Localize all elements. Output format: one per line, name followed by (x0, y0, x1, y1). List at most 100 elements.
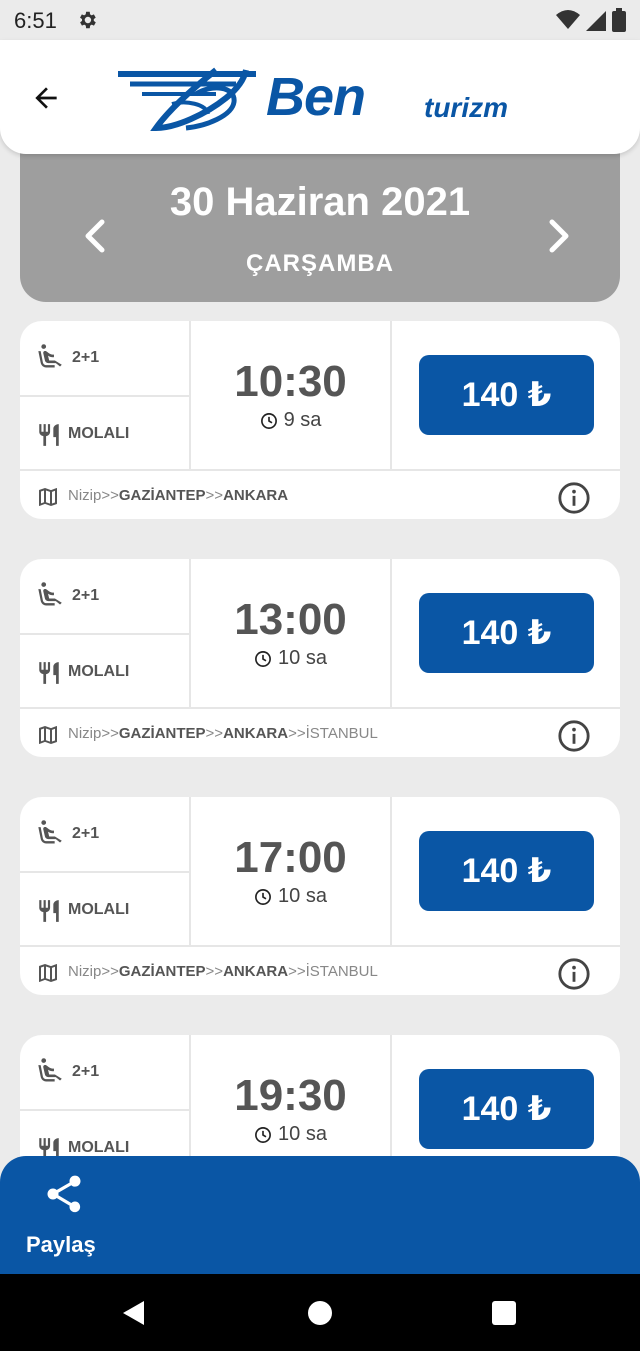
wifi-icon (556, 9, 580, 36)
trip-features: 2+1 MOLALI (20, 321, 191, 469)
seat-layout-row: 2+1 (20, 559, 191, 635)
next-day-button[interactable] (542, 214, 574, 258)
meal-row: MOLALI (20, 635, 191, 707)
gear-icon (76, 9, 98, 36)
meal-text: MOLALI (68, 1139, 130, 1156)
clock-icon (255, 888, 271, 905)
map-icon (36, 485, 60, 514)
fork-knife-icon (36, 659, 62, 692)
route-text: Nizip>>GAZİANTEP>>ANKARA (68, 487, 288, 504)
bottom-action-bar: Paylaş (0, 1156, 640, 1274)
map-icon (36, 961, 60, 990)
seat-icon (36, 1057, 64, 1090)
circle-home-icon (308, 1301, 332, 1325)
seat-icon (36, 819, 64, 852)
trip-card[interactable]: 2+1 MOLALI 10:30 9 sa 140 ₺ Nizip>>GAZİA… (20, 321, 620, 519)
price-button[interactable]: 140 ₺ (419, 593, 594, 673)
route-segment: >> (101, 725, 119, 742)
route-segment: GAZİANTEP (118, 963, 206, 980)
date-selector: 30 Haziran 2021 ÇARŞAMBA (20, 140, 620, 302)
seat-icon (36, 343, 64, 376)
route-segment: ANKARA (223, 487, 289, 504)
share-label: Paylaş (26, 1232, 96, 1257)
trip-features: 2+1 MOLALI (20, 797, 191, 945)
route-segment: >> (205, 725, 224, 742)
clock-icon (260, 412, 277, 429)
nav-back-button[interactable] (118, 1296, 152, 1330)
meal-text: MOLALI (68, 663, 130, 680)
chevron-right-icon (549, 219, 569, 253)
trip-card[interactable]: 2+1 MOLALI 13:00 10 sa 140 ₺ Nizip>>GAZİ… (20, 559, 620, 757)
meal-text: MOLALI (68, 901, 130, 918)
info-icon (558, 958, 590, 990)
duration-text: 10 sa (278, 647, 327, 669)
route-text: Nizip>>GAZİANTEP>>ANKARA>>İSTANBUL (68, 963, 378, 980)
info-button[interactable] (557, 957, 591, 991)
logo-emblem-icon (118, 67, 256, 132)
seat-layout-text: 2+1 (72, 349, 100, 366)
fork-knife-icon (36, 897, 62, 930)
trip-card[interactable]: 2+1 MOLALI 17:00 10 sa 140 ₺ Nizip>>GAZİ… (20, 797, 620, 995)
departure-info: 13:00 10 sa (191, 559, 392, 707)
nav-home-button[interactable] (303, 1296, 337, 1330)
arrow-left-icon (35, 87, 57, 109)
departure-time: 13:00 (234, 595, 347, 644)
route-segment: >> (205, 963, 224, 980)
route-row: Nizip>>GAZİANTEP>>ANKARA (20, 469, 620, 519)
route-segment: ANKARA (223, 725, 289, 742)
price-button[interactable]: 140 ₺ (419, 831, 594, 911)
meal-text: MOLALI (68, 425, 130, 442)
app-header: Ben turizm (0, 40, 640, 154)
selected-weekday: ÇARŞAMBA (246, 250, 394, 277)
route-segment: İSTANBUL (305, 963, 378, 980)
seat-layout-row: 2+1 (20, 321, 191, 397)
selected-date: 30 Haziran 2021 (169, 180, 471, 224)
duration-text: 10 sa (278, 885, 327, 907)
route-segment: Nizip (68, 725, 102, 742)
triangle-back-icon (123, 1301, 144, 1325)
price-button[interactable]: 140 ₺ (419, 355, 594, 435)
logo-suffix-text: turizm (424, 92, 508, 123)
route-segment: İSTANBUL (305, 725, 378, 742)
back-button[interactable] (26, 78, 66, 118)
meal-row: MOLALI (20, 873, 191, 945)
status-time: 6:51 (14, 8, 57, 33)
seat-layout-text: 2+1 (72, 587, 100, 604)
route-row: Nizip>>GAZİANTEP>>ANKARA>>İSTANBUL (20, 707, 620, 757)
route-segment: >> (205, 487, 224, 504)
clock-icon (255, 650, 271, 667)
route-segment: >> (288, 963, 306, 980)
signal-icon (586, 9, 606, 36)
price-button[interactable]: 140 ₺ (419, 1069, 594, 1149)
route-segment: >> (101, 963, 119, 980)
route-text: Nizip>>GAZİANTEP>>ANKARA>>İSTANBUL (68, 725, 378, 742)
seat-layout-text: 2+1 (72, 1063, 100, 1080)
clock-icon (255, 1126, 271, 1143)
departure-time: 17:00 (234, 833, 347, 882)
info-icon (558, 482, 590, 514)
duration-text: 10 sa (278, 1123, 327, 1145)
system-navigation-bar (0, 1274, 640, 1351)
trip-duration: 10 sa (191, 885, 390, 908)
logo-brand-text: Ben (266, 67, 366, 127)
duration-text: 9 sa (283, 409, 322, 431)
nav-recents-button[interactable] (487, 1296, 521, 1330)
route-segment: ANKARA (223, 963, 289, 980)
seat-icon (36, 581, 64, 614)
route-segment: GAZİANTEP (118, 725, 206, 742)
departure-info: 10:30 9 sa (191, 321, 392, 469)
info-icon (558, 720, 590, 752)
trip-features: 2+1 MOLALI (20, 559, 191, 707)
share-button[interactable]: Paylaş (26, 1172, 106, 1257)
info-button[interactable] (557, 719, 591, 753)
route-segment: GAZİANTEP (118, 487, 206, 504)
battery-icon (612, 8, 626, 37)
info-button[interactable] (557, 481, 591, 515)
trip-duration: 10 sa (191, 1123, 390, 1146)
status-bar: 6:51 (0, 0, 640, 40)
map-icon (36, 723, 60, 752)
trip-duration: 10 sa (191, 647, 390, 670)
route-row: Nizip>>GAZİANTEP>>ANKARA>>İSTANBUL (20, 945, 620, 995)
fork-knife-icon (36, 421, 62, 454)
square-recents-icon (492, 1301, 516, 1325)
